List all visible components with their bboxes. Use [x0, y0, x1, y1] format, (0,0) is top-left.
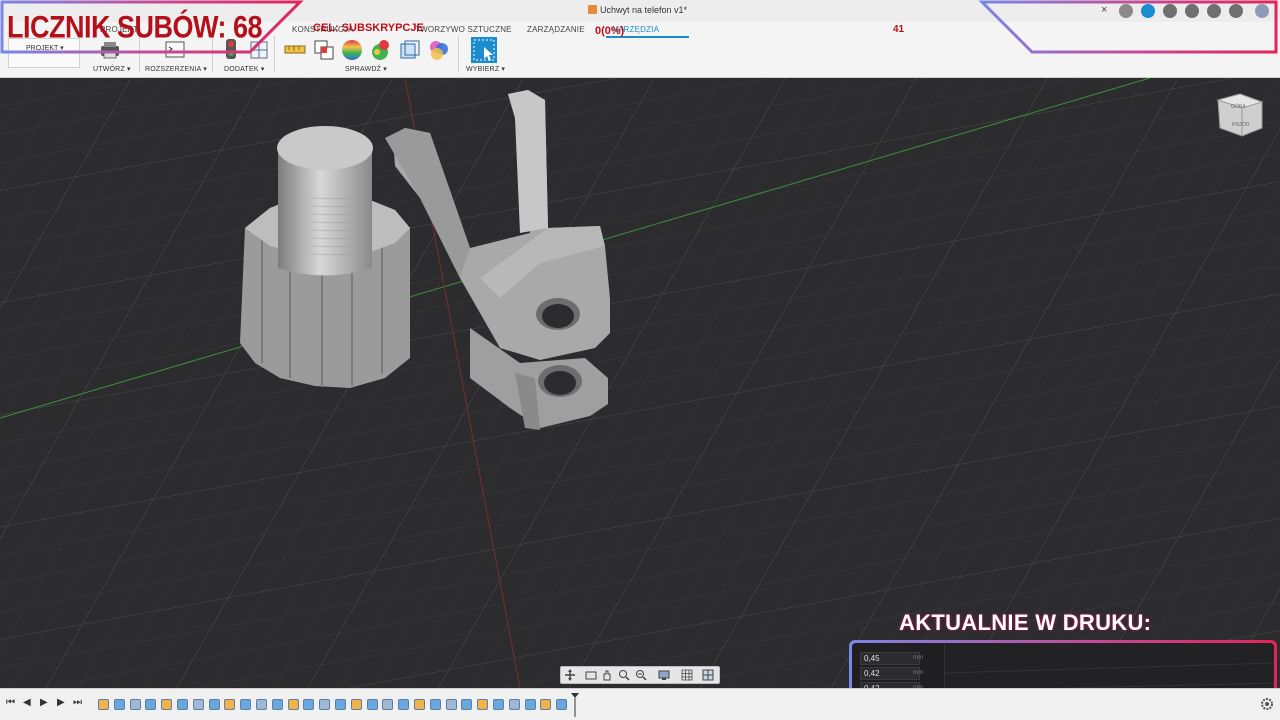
timeline-feature[interactable]: [335, 699, 346, 710]
view-cube-top-face: GÓRA: [1231, 103, 1246, 110]
timeline-settings-gear-icon[interactable]: [1260, 697, 1274, 711]
timeline-feature[interactable]: [287, 699, 299, 710]
pan-hand-icon[interactable]: [601, 669, 613, 681]
timeline-feature[interactable]: [508, 699, 520, 710]
timeline-feature[interactable]: [113, 699, 125, 710]
layer-height-field: 0,45 mm: [860, 652, 923, 665]
zoom-window-icon[interactable]: [635, 669, 647, 681]
group-dodatek[interactable]: DODATEK ▾: [224, 65, 265, 73]
timeline-feature[interactable]: [240, 699, 252, 710]
timeline: ⏮ ◀ ▶ ▶ ⏭: [0, 688, 1280, 720]
timeline-feature[interactable]: [256, 699, 267, 710]
timeline-feature[interactable]: [461, 699, 473, 710]
timeline-first-button[interactable]: ⏮: [6, 697, 15, 708]
timeline-play-button[interactable]: ▶: [40, 697, 48, 708]
timeline-feature[interactable]: [98, 699, 109, 710]
group-utworz[interactable]: UTWÓRZ ▾: [93, 65, 131, 73]
subscription-goal-target: 41: [893, 24, 905, 35]
timeline-marker[interactable]: [571, 693, 579, 717]
timeline-prev-button[interactable]: ◀: [23, 697, 31, 708]
subscription-goal-label: CEL: SUBSKRYPCJE: [313, 22, 424, 34]
group-sprawdz[interactable]: SPRAWDŹ ▾: [345, 65, 387, 73]
timeline-feature[interactable]: [271, 699, 283, 710]
timeline-feature[interactable]: [493, 699, 504, 710]
sub-counter: LICZNIK SUBÓW: 68: [7, 10, 263, 45]
timeline-feature[interactable]: [524, 699, 536, 710]
timeline-feature[interactable]: [350, 699, 362, 710]
timeline-feature[interactable]: [366, 699, 378, 710]
timeline-feature[interactable]: [445, 699, 457, 710]
view-cube-front-face: PRZÓD: [1232, 121, 1250, 128]
viewport-canvas[interactable]: GÓRA PRZÓD: [0, 78, 1280, 688]
grid-settings-icon[interactable]: [681, 669, 693, 681]
now-printing-label: AKTUALNIE W DRUKU:: [899, 610, 1152, 635]
timeline-feature[interactable]: [319, 699, 331, 710]
timeline-feature[interactable]: [177, 699, 188, 710]
timeline-feature[interactable]: [429, 699, 441, 710]
timeline-next-button[interactable]: ▶: [57, 697, 65, 708]
timeline-feature[interactable]: [208, 699, 220, 710]
look-at-icon[interactable]: [585, 669, 597, 681]
navigation-bar: [560, 666, 720, 684]
timeline-feature[interactable]: [414, 699, 425, 710]
orbit-icon[interactable]: [564, 669, 576, 681]
timeline-feature[interactable]: [129, 699, 141, 710]
timeline-feature[interactable]: [382, 699, 394, 710]
view-cube[interactable]: GÓRA PRZÓD: [1216, 93, 1264, 137]
zoom-icon[interactable]: [618, 669, 630, 681]
viewports-icon[interactable]: [702, 669, 714, 681]
timeline-last-button[interactable]: ⏭: [73, 697, 82, 708]
group-wybierz[interactable]: WYBIERZ ▾: [466, 65, 505, 73]
timeline-feature[interactable]: [303, 699, 315, 710]
timeline-feature[interactable]: [398, 699, 410, 710]
group-rozszerzenia[interactable]: ROZSZERZENIA ▾: [145, 65, 207, 73]
timeline-feature[interactable]: [556, 699, 568, 710]
display-settings-icon[interactable]: [658, 669, 670, 681]
timeline-feature[interactable]: [192, 699, 204, 710]
timeline-feature[interactable]: [224, 699, 236, 710]
timeline-feature[interactable]: [145, 699, 157, 710]
subscription-goal-progress: 0(0%): [595, 25, 625, 37]
timeline-feature[interactable]: [477, 699, 489, 710]
3d-viewport[interactable]: GÓRA PRZÓD: [0, 78, 1280, 688]
timeline-feature[interactable]: [540, 699, 552, 710]
line-width-field: 0,42 mm: [860, 667, 923, 680]
timeline-feature[interactable]: [161, 699, 173, 710]
